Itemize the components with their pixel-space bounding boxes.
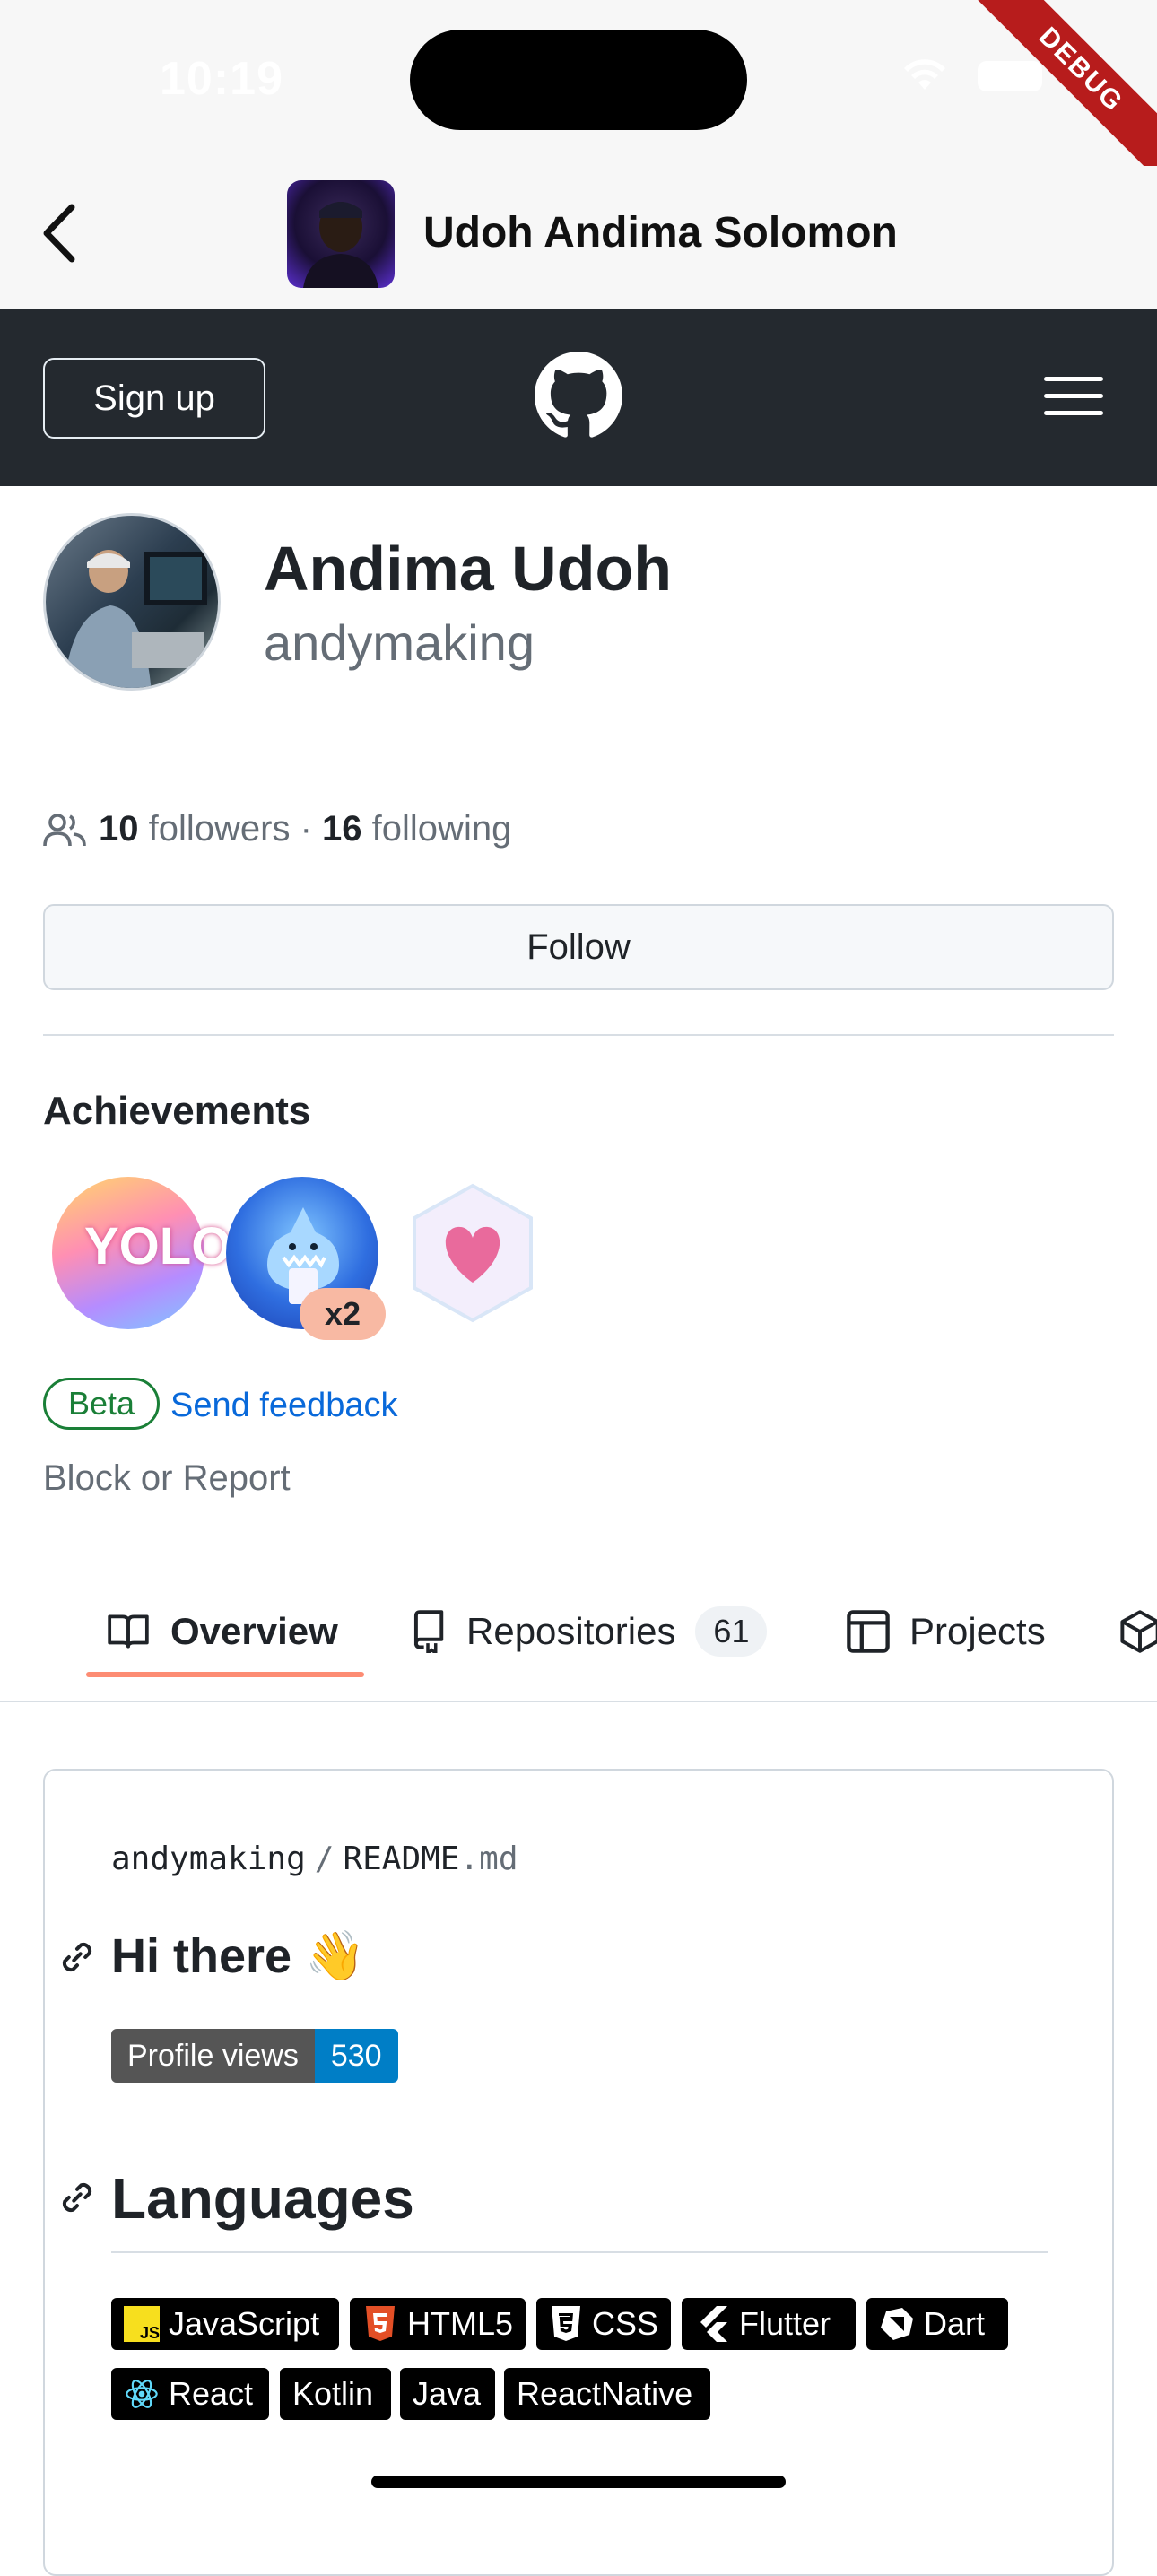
flutter-icon [694,2306,730,2342]
language-label: CSS [591,2305,658,2342]
language-label: Kotlin [292,2375,374,2412]
appbar-avatar [287,180,395,288]
badge-multiplier: x2 [300,1288,386,1340]
tab-repositories[interactable]: Repositories 61 [409,1579,768,1684]
tab-projects-label: Projects [909,1610,1046,1652]
beta-badge: Beta [43,1378,160,1430]
readme-owner[interactable]: andymaking [111,1841,306,1877]
package-icon [1120,1610,1157,1653]
svg-text:JS: JS [140,2324,160,2342]
readme-file-name[interactable]: README [343,1841,459,1877]
tab-overview[interactable]: Overview [106,1579,338,1684]
anchor-link-icon[interactable] [57,2178,97,2217]
dynamic-island [410,30,747,130]
home-indicator [371,2476,786,2488]
language-label: Dart [924,2305,986,2342]
language-label: React [169,2375,254,2412]
language-label: Flutter [739,2305,831,2342]
heart-achievement-badge[interactable] [411,1182,535,1324]
tab-overview-label: Overview [170,1610,338,1652]
repo-icon [413,1610,444,1653]
divider [43,1034,1114,1036]
profile-views-badge: Profile views 530 [111,2029,398,2083]
menu-icon[interactable] [1044,377,1103,416]
profile-views-value: 530 [314,2029,398,2083]
app-bar-title: Udoh Andima Solomon [423,209,898,257]
wifi-icon [904,59,945,90]
language-chip-css: CSS [536,2298,671,2350]
profile-avatar [43,513,221,691]
profile-views-label: Profile views [111,2029,315,2083]
block-or-report-link[interactable]: Block or Report [43,1458,291,1499]
yolo-achievement-badge[interactable]: YOLO [52,1177,231,1329]
language-chip-java: Java [400,2368,495,2420]
tab-packages[interactable] [1119,1579,1157,1684]
follow-stats: 10 followers · 16 following [43,809,511,849]
follow-separator: · [300,809,312,849]
javascript-icon: JS [124,2306,160,2342]
active-tab-indicator [86,1672,364,1677]
language-chip-react: React [111,2368,269,2420]
html5-icon [362,2306,398,2342]
dart-icon [879,2306,915,2342]
send-feedback-link[interactable]: Send feedback [170,1387,398,1425]
tab-projects[interactable]: Projects [847,1579,1046,1684]
css3-icon [549,2306,583,2342]
sign-up-button[interactable]: Sign up [43,358,265,439]
back-chevron-icon[interactable] [39,202,79,265]
profile-tabs: Overview Repositories 61 Projects [0,1579,1157,1702]
anchor-link-icon[interactable] [57,1937,97,1977]
followers-label[interactable]: followers [149,809,291,849]
follow-button[interactable]: Follow [43,904,1114,990]
repositories-counter: 61 [695,1606,768,1657]
tab-repositories-label: Repositories [466,1610,676,1652]
following-label[interactable]: following [372,809,512,849]
language-label: Java [413,2375,482,2412]
tabs-divider [0,1701,1157,1702]
following-count[interactable]: 16 [322,809,362,849]
react-icon [124,2376,160,2412]
battery-icon [978,61,1042,91]
profile-name: Andima Udoh [264,534,672,604]
github-logo-icon[interactable] [535,352,622,439]
language-chip-kotlin: Kotlin [280,2368,391,2420]
followers-count[interactable]: 10 [99,809,139,849]
language-label: HTML5 [406,2305,513,2342]
readme-heading-hi: Hi there 👋 [111,1929,366,1983]
language-label: JavaScript [169,2305,320,2342]
readme-file-ext: .md [459,1841,518,1877]
language-chip-html5: HTML5 [350,2298,526,2350]
heading-rule [111,2251,1048,2253]
table-icon [847,1610,890,1653]
language-chip-javascript: JS JavaScript [111,2298,339,2350]
readme-heading-languages: Languages [111,2166,414,2231]
language-chip-flutter: Flutter [682,2298,856,2350]
language-label: ReactNative [517,2375,693,2412]
profile-login: andymaking [264,614,535,671]
readme-path: andymaking / README.md [111,1841,518,1877]
achievements-title: Achievements [43,1089,311,1133]
book-icon [108,1614,149,1649]
readme-path-separator: / [314,1841,335,1877]
status-time: 10:19 [160,53,283,105]
language-chip-dart: Dart [866,2298,1008,2350]
people-icon [43,813,86,846]
language-chip-reactnative: ReactNative [504,2368,710,2420]
